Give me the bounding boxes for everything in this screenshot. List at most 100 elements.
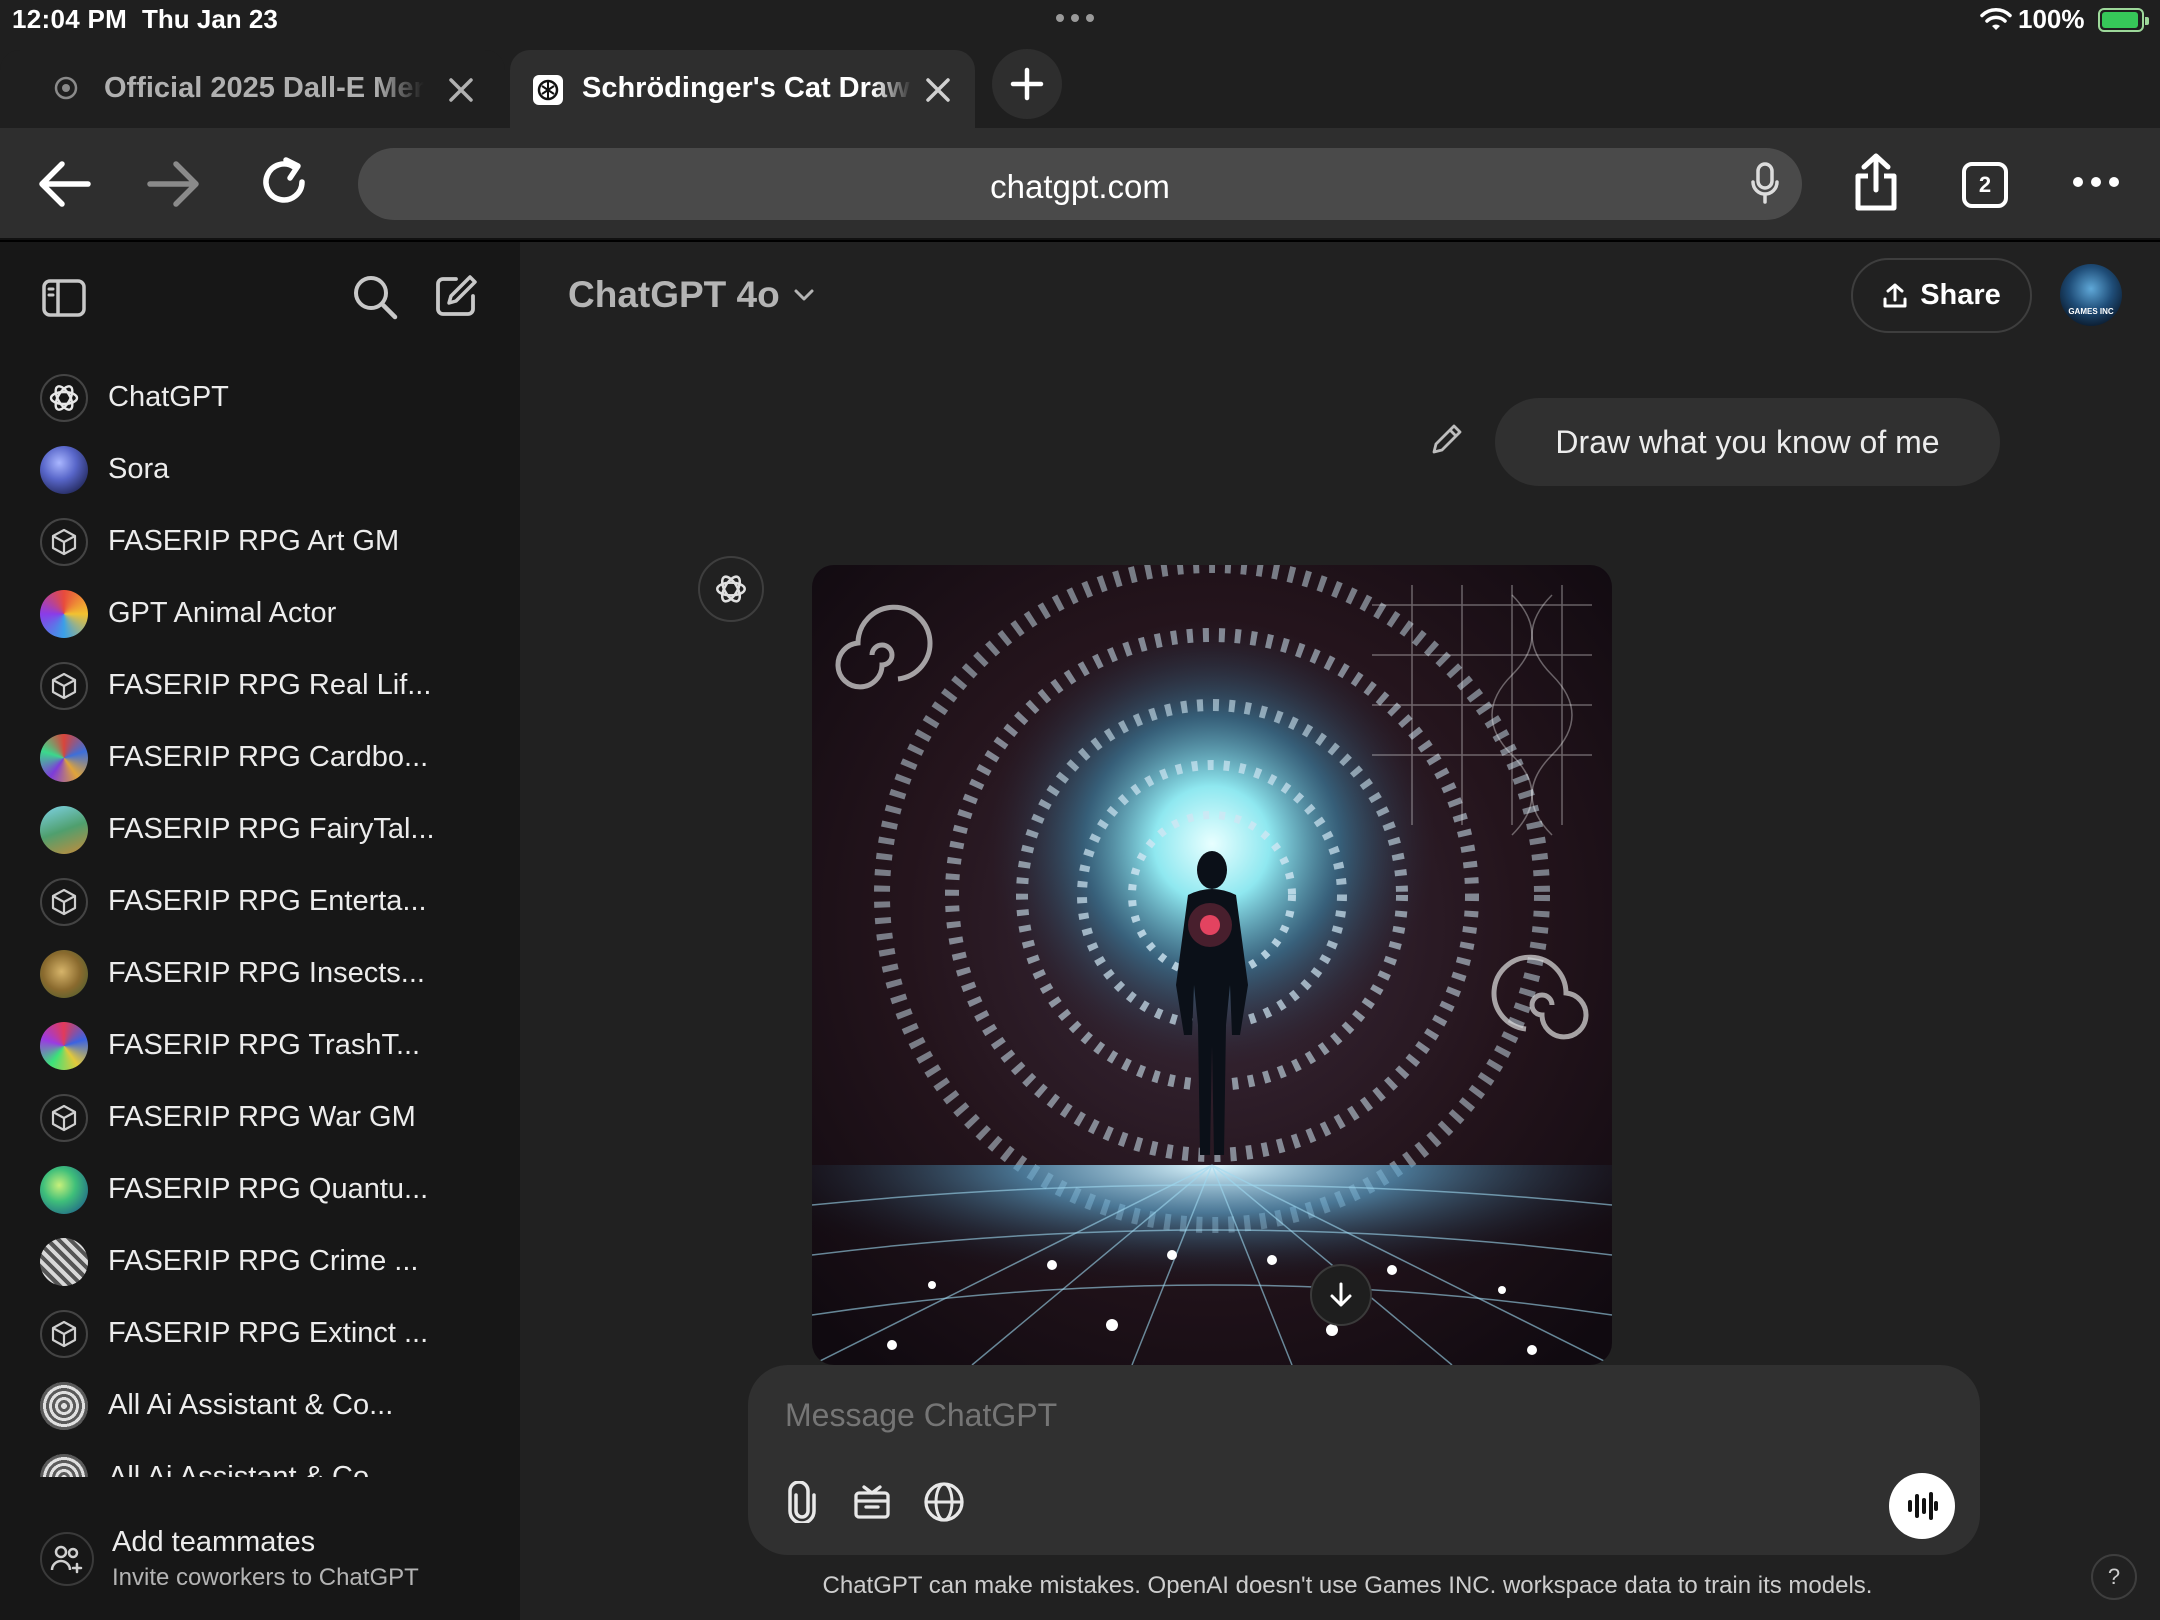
gpt-avatar-image (40, 1454, 88, 1477)
status-date: Thu Jan 23 (142, 4, 278, 34)
gpt-list: ChatGPT Sora FASERIP RPG Art GM GPT Anim… (0, 362, 520, 1477)
canvas-icon[interactable] (852, 1481, 892, 1521)
sidebar-item-label: Sora (108, 453, 170, 485)
tab-strip: Official 2025 Dall-E Meme Schrödinger's … (0, 40, 2160, 128)
attach-icon[interactable] (784, 1481, 820, 1523)
tabs-button[interactable]: 2 (1962, 162, 2008, 208)
sidebar-item-gpt[interactable]: FASERIP RPG FairyTal... (0, 794, 520, 866)
sidebar-item-chatgpt[interactable]: ChatGPT (0, 362, 520, 434)
sidebar-item-gpt[interactable]: FASERIP RPG Enterta... (0, 866, 520, 938)
plus-icon (1010, 67, 1044, 101)
download-image-button[interactable] (1310, 1264, 1372, 1326)
tab-title: Official 2025 Dall-E Meme (104, 72, 424, 104)
add-teammates-button[interactable]: Add teammates Invite coworkers to ChatGP… (0, 1510, 520, 1610)
gpt-avatar-image (40, 734, 88, 782)
profile-avatar[interactable]: GAMES INC (2060, 264, 2122, 326)
sidebar-item-gpt[interactable]: FASERIP RPG TrashT... (0, 1010, 520, 1082)
disclaimer-text: ChatGPT can make mistakes. OpenAI doesn'… (822, 1572, 1873, 1599)
assistant-avatar (698, 556, 764, 622)
sidebar-item-gpt[interactable]: FASERIP RPG Cardbo... (0, 722, 520, 794)
chatgpt-logo-icon (40, 374, 88, 422)
multitasking-dots-icon[interactable] (1056, 14, 1094, 22)
sidebar-item-gpt[interactable]: FASERIP RPG Extinct ... (0, 1298, 520, 1370)
gpt-cube-icon (40, 878, 88, 926)
sidebar-item-label: ChatGPT (108, 381, 229, 413)
chatgpt-icon (54, 76, 78, 100)
forward-button[interactable] (146, 158, 202, 210)
sidebar-item-gpt[interactable]: GPT Animal Actor (0, 578, 520, 650)
user-message: Draw what you know of me (1495, 398, 2000, 486)
globe-icon[interactable] (923, 1481, 965, 1523)
more-button[interactable] (2072, 176, 2120, 188)
message-input[interactable] (785, 1397, 1885, 1434)
chevron-down-icon (794, 289, 814, 301)
voice-mode-icon (1908, 1492, 1938, 1520)
close-tab-icon[interactable] (924, 76, 952, 104)
gpt-cube-icon (40, 518, 88, 566)
gpt-avatar-image (40, 590, 88, 638)
share-icon (1855, 153, 1897, 211)
add-users-icon (40, 1532, 94, 1586)
sidebar-item-label: FASERIP RPG FairyTal... (108, 813, 435, 845)
generated-image[interactable] (812, 565, 1612, 1365)
edit-message-icon[interactable] (1430, 422, 1464, 456)
new-chat-icon[interactable] (434, 274, 478, 318)
sidebar-item-gpt[interactable]: FASERIP RPG Quantu... (0, 1154, 520, 1226)
sidebar-item-gpt[interactable]: All Ai Assistant & Co... (0, 1442, 520, 1477)
gpt-avatar-image (40, 1022, 88, 1070)
search-icon[interactable] (352, 274, 398, 320)
close-tab-icon[interactable] (447, 76, 475, 104)
gpt-cube-icon (40, 662, 88, 710)
sidebar-item-label: FASERIP RPG Insects... (108, 957, 425, 989)
sidebar-item-label: FASERIP RPG Art GM (108, 525, 400, 557)
sidebar-item-gpt[interactable]: FASERIP RPG Insects... (0, 938, 520, 1010)
gpt-avatar-image (40, 950, 88, 998)
sidebar-item-label: FASERIP RPG Crime ... (108, 1245, 419, 1277)
sidebar-item-label: FASERIP RPG Enterta... (108, 885, 427, 917)
add-teammates-title: Add teammates (112, 1526, 316, 1558)
microphone-icon[interactable] (1750, 162, 1780, 206)
gpt-avatar-image (40, 1166, 88, 1214)
sidebar-item-gpt[interactable]: FASERIP RPG Art GM (0, 506, 520, 578)
new-tab-button[interactable] (992, 49, 1062, 119)
sidebar-item-gpt[interactable]: All Ai Assistant & Co... (0, 1370, 520, 1442)
sidebar-item-gpt[interactable]: FASERIP RPG Crime ... (0, 1226, 520, 1298)
arrow-down-icon (1330, 1282, 1352, 1307)
sidebar-item-label: GPT Animal Actor (108, 597, 337, 629)
sidebar-item-label: FASERIP RPG War GM (108, 1101, 416, 1133)
browser-tab-inactive[interactable]: Official 2025 Dall-E Meme (0, 50, 505, 128)
wifi-icon (1980, 8, 2012, 30)
sidebar-item-label: FASERIP RPG Cardbo... (108, 741, 429, 773)
model-selector[interactable]: ChatGPT 4o (568, 274, 816, 316)
reload-button[interactable] (256, 154, 312, 210)
chatgpt-icon (533, 75, 563, 105)
chat-main: ChatGPT 4o Share GAMES INC Draw what you… (520, 242, 2160, 1620)
battery-icon (2098, 8, 2149, 32)
share-page-button[interactable] (1852, 152, 1900, 212)
sidebar-toggle-icon[interactable] (42, 278, 86, 318)
tab-title: Schrödinger's Cat Drawing (582, 72, 912, 104)
share-chat-button[interactable]: Share (1851, 258, 2032, 333)
sidebar-item-sora[interactable]: Sora (0, 434, 520, 506)
browser-tab-active[interactable]: Schrödinger's Cat Drawing (510, 50, 975, 128)
sidebar-item-label: FASERIP RPG Extinct ... (108, 1317, 429, 1349)
sidebar-item-gpt[interactable]: FASERIP RPG Real Lif... (0, 650, 520, 722)
sidebar-item-gpt[interactable]: FASERIP RPG War GM (0, 1082, 520, 1154)
sora-orb-icon (40, 446, 88, 494)
voice-mode-button[interactable] (1889, 1473, 1955, 1539)
share-label: Share (1920, 279, 2001, 311)
more-icon (2073, 177, 2119, 187)
back-arrow-icon (39, 161, 91, 207)
sidebar-item-label: FASERIP RPG Quantu... (108, 1173, 429, 1205)
back-button[interactable] (36, 158, 92, 210)
sidebar-item-label: FASERIP RPG Real Lif... (108, 669, 432, 701)
sidebar: ChatGPT Sora FASERIP RPG Art GM GPT Anim… (0, 242, 520, 1620)
status-time: 12:04 PM (12, 4, 128, 34)
gpt-avatar-image (40, 1238, 88, 1286)
forward-arrow-icon (147, 161, 199, 207)
upload-icon (1883, 283, 1907, 307)
message-composer (748, 1365, 1980, 1555)
help-button[interactable]: ? (2091, 1554, 2137, 1600)
url-text: chatgpt.com (990, 168, 1170, 205)
address-bar[interactable]: chatgpt.com (358, 148, 1802, 220)
